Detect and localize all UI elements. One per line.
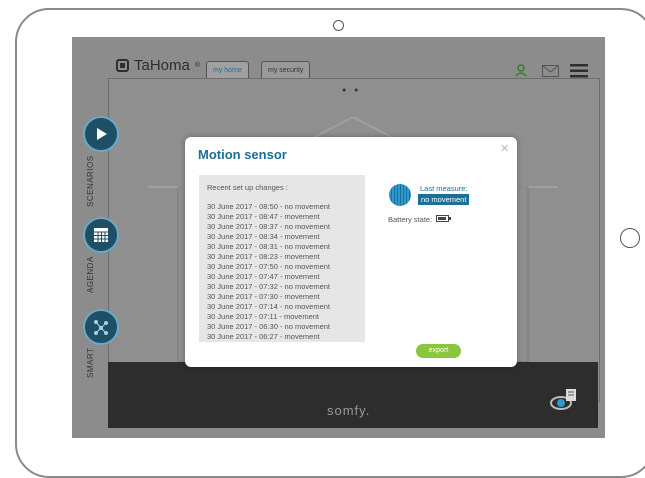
list-item: 30 June 2017 - 08:34 - movement [207, 232, 320, 241]
last-measure-value: no movement [418, 194, 470, 205]
list-item: 30 June 2017 - 07:30 - movement [207, 292, 320, 301]
sidebar-item-scenarios[interactable]: SCENARIOS [86, 155, 95, 207]
eye-view-icon[interactable] [550, 389, 578, 413]
motion-sensor-dialog: Motion sensor × Recent set up changes : … [185, 137, 517, 367]
changes-title: Recent set up changes : [207, 183, 288, 192]
list-item: 30 June 2017 - 07:11 - movement [207, 312, 320, 321]
agenda-button[interactable] [83, 217, 119, 253]
top-bar: TaHoma ® my home my security [72, 37, 605, 81]
page-indicator: ● ● [342, 87, 362, 94]
list-item: 30 June 2017 - 06:27 - movement [207, 332, 320, 341]
list-item: 30 June 2017 - 08:50 - no movement [207, 202, 330, 211]
list-item: 30 June 2017 - 08:31 - no movement [207, 242, 330, 251]
dialog-title: Motion sensor [198, 147, 287, 162]
list-item: 30 June 2017 - 08:23 - movement [207, 252, 320, 261]
house-icon [116, 59, 129, 72]
recent-changes-panel: Recent set up changes : 30 June 2017 - 0… [199, 175, 365, 342]
brand-name: TaHoma [134, 57, 190, 74]
battery-state-label: Battery state: [388, 215, 433, 224]
list-item: 30 June 2017 - 07:32 - no movement [207, 282, 330, 291]
last-measure-label: Last measure: [420, 184, 468, 193]
user-at-icon[interactable] [514, 63, 528, 77]
home-button[interactable] [620, 228, 640, 248]
battery-icon [436, 215, 451, 222]
somfy-logo: somfy. [327, 403, 371, 418]
smart-button[interactable] [83, 309, 119, 345]
motion-sensor-icon [389, 184, 411, 206]
calendar-grid-icon [94, 228, 108, 242]
camera-icon [333, 20, 344, 31]
brand-mark: ® [194, 62, 201, 69]
list-item: 30 June 2017 - 06:30 - no movement [207, 322, 330, 331]
menu-icon[interactable] [570, 64, 588, 78]
footer-bar [108, 362, 598, 428]
network-icon [94, 320, 108, 335]
sidebar-item-smart[interactable]: SMART [86, 348, 95, 378]
close-icon[interactable]: × [500, 141, 509, 156]
list-item: 30 June 2017 - 07:50 - no movement [207, 262, 330, 271]
tahoma-logo: TaHoma ® [116, 57, 200, 74]
list-item: 30 June 2017 - 07:47 - movement [207, 272, 320, 281]
play-icon [97, 128, 107, 140]
mail-icon[interactable] [542, 65, 559, 77]
scenarios-button[interactable] [83, 116, 119, 152]
sidebar-item-agenda[interactable]: AGENDA [86, 256, 95, 293]
list-item: 30 June 2017 - 08:37 - no movement [207, 222, 330, 231]
export-button[interactable]: export [416, 344, 461, 358]
list-item: 30 June 2017 - 07:14 - no movement [207, 302, 330, 311]
list-item: 30 June 2017 - 08:47 - movement [207, 212, 320, 221]
